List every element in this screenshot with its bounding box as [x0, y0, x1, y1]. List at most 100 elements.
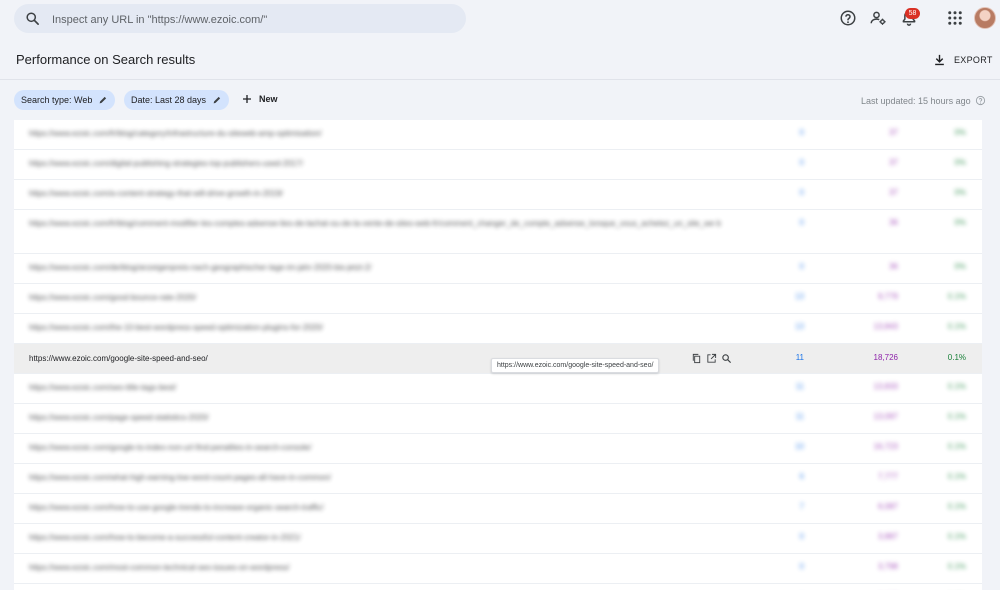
row-clicks: 0 — [799, 218, 804, 227]
row-ctr: 0.1% — [947, 412, 966, 421]
row-clicks: 7 — [799, 502, 804, 511]
row-clicks: 13 — [795, 292, 804, 301]
row-url: https://www.ezoic.com/de/blog/anzeigenpr… — [29, 263, 372, 272]
row-clicks: 11 — [795, 412, 804, 421]
table-row[interactable]: https://www.ezoic.com/most-common-techni… — [14, 554, 982, 584]
table-row[interactable]: https://www.ezoic.com/what-high-earning-… — [14, 464, 982, 494]
row-clicks: 13 — [795, 322, 804, 331]
row-impressions: 37 — [889, 188, 898, 197]
table-row[interactable]: https://www.ezoic.com/fr/blog/comment-mo… — [14, 210, 982, 254]
plus-icon — [243, 95, 251, 103]
new-filter-button[interactable]: New — [241, 93, 278, 105]
last-updated-text: Last updated: 15 hours ago — [861, 95, 971, 106]
row-clicks: 11 — [795, 382, 804, 391]
filter-chip-search-type[interactable]: Search type: Web — [14, 90, 116, 110]
page-title: Performance on Search results — [16, 52, 196, 67]
row-clicks: 0 — [799, 158, 804, 167]
table-row[interactable]: https://www.ezoic.com/how-to-use-google-… — [14, 494, 982, 524]
row-ctr: 0% — [954, 218, 966, 227]
new-filter-label: New — [259, 94, 278, 104]
table-row[interactable]: https://www.ezoic.com/good-bounce-rate-2… — [14, 284, 982, 314]
copy-icon[interactable] — [691, 353, 702, 364]
apps-grid-icon[interactable] — [946, 9, 964, 27]
row-ctr: 0% — [954, 188, 966, 197]
row-url: https://www.ezoic.com/digital-publishing… — [29, 159, 303, 168]
row-actions — [691, 353, 732, 364]
row-impressions: 36 — [889, 262, 898, 271]
row-url: https://www.ezoic.com/page-speed-statist… — [29, 413, 209, 422]
row-ctr: 0.1% — [947, 292, 966, 301]
row-ctr: 0% — [954, 158, 966, 167]
row-impressions: 6,087 — [877, 502, 898, 511]
row-impressions: 3,798 — [877, 562, 898, 571]
row-clicks: 0 — [799, 128, 804, 137]
row-impressions: 7,777 — [877, 472, 898, 481]
filter-chip-date[interactable]: Date: Last 28 days — [124, 90, 230, 110]
row-clicks: 0 — [799, 262, 804, 271]
filter-chip-label: Date: Last 28 days — [131, 95, 207, 105]
row-clicks: 0 — [799, 532, 804, 541]
download-icon — [935, 54, 944, 65]
open-in-new-icon[interactable] — [706, 353, 717, 364]
row-ctr: 0% — [954, 128, 966, 137]
row-ctr: 0.1% — [947, 322, 966, 331]
notification-badge: 58 — [905, 8, 920, 19]
url-inspection-search[interactable] — [14, 4, 466, 35]
table-row[interactable]: https://www.ezoic.com/seo-title-tags-bes… — [14, 374, 982, 404]
table-row[interactable]: https://www.ezoic.com/a-content-strategy… — [14, 180, 982, 210]
row-ctr: 0.1% — [947, 353, 966, 362]
table-row[interactable]: https://www.ezoic.com/how-to-become-a-su… — [14, 524, 982, 554]
row-impressions: 37 — [889, 158, 898, 167]
search-input[interactable] — [50, 4, 454, 35]
row-url: https://www.ezoic.com/what-high-earning-… — [29, 473, 331, 482]
row-clicks: 10 — [795, 442, 804, 451]
header-divider — [0, 79, 1000, 80]
pages-table: https://www.ezoic.com/fr/blog/category/i… — [14, 120, 982, 590]
row-url: https://www.ezoic.com/seo-title-tags-bes… — [29, 383, 177, 392]
search-icon — [26, 12, 39, 25]
help-icon[interactable] — [839, 9, 857, 27]
top-bar: 58 — [0, 0, 1000, 38]
row-url: https://www.ezoic.com/most-common-techni… — [29, 563, 290, 572]
row-impressions: 16,723 — [873, 442, 898, 451]
row-impressions: 13,843 — [873, 322, 898, 331]
row-impressions: 37 — [889, 128, 898, 137]
row-url: https://www.ezoic.com/the-10-best-wordpr… — [29, 323, 323, 332]
table-row[interactable]: https://www.ezoic.com/best-ad-placement-… — [14, 584, 982, 590]
manage-users-icon[interactable] — [869, 9, 887, 27]
table-row[interactable]: https://www.ezoic.com/page-speed-statist… — [14, 404, 982, 434]
url-tooltip: https://www.ezoic.com/google-site-speed-… — [491, 358, 660, 373]
row-impressions: 3,887 — [877, 532, 898, 541]
inspect-search-icon[interactable] — [721, 353, 732, 364]
row-ctr: 0.1% — [947, 502, 966, 511]
row-url: https://www.ezoic.com/good-bounce-rate-2… — [29, 293, 197, 302]
edit-pencil-icon[interactable] — [212, 95, 222, 105]
row-ctr: 0.1% — [947, 532, 966, 541]
row-url: https://www.ezoic.com/a-content-strategy… — [29, 189, 283, 198]
row-ctr: 0.1% — [947, 442, 966, 451]
table-row[interactable]: https://www.ezoic.com/de/blog/anzeigenpr… — [14, 254, 982, 284]
row-url: https://www.ezoic.com/how-to-become-a-su… — [29, 533, 301, 542]
row-url: https://www.ezoic.com/google-to-index-no… — [29, 443, 312, 452]
row-clicks: 6 — [799, 472, 804, 481]
row-ctr: 0.1% — [947, 382, 966, 391]
row-impressions: 18,726 — [873, 353, 898, 362]
table-row[interactable]: https://www.ezoic.com/fr/blog/category/i… — [14, 120, 982, 150]
table-row[interactable]: https://www.ezoic.com/google-to-index-no… — [14, 434, 982, 464]
filter-chip-label: Search type: Web — [21, 95, 93, 105]
table-row[interactable]: https://www.ezoic.com/the-10-best-wordpr… — [14, 314, 982, 344]
row-impressions: 13,097 — [873, 412, 898, 421]
export-button[interactable]: EXPORT — [933, 52, 993, 68]
help-icon[interactable] — [975, 95, 986, 106]
row-url: https://www.ezoic.com/fr/blog/comment-mo… — [29, 219, 721, 228]
row-clicks: 0 — [799, 562, 804, 571]
row-impressions: 36 — [889, 218, 898, 227]
row-ctr: 0.1% — [947, 472, 966, 481]
account-avatar[interactable] — [974, 7, 996, 29]
export-label: EXPORT — [954, 55, 993, 65]
table-row[interactable]: https://www.ezoic.com/digital-publishing… — [14, 150, 982, 180]
row-ctr: 0.1% — [947, 562, 966, 571]
edit-pencil-icon[interactable] — [98, 95, 108, 105]
last-updated: Last updated: 15 hours ago — [861, 95, 986, 106]
row-clicks: 0 — [799, 188, 804, 197]
